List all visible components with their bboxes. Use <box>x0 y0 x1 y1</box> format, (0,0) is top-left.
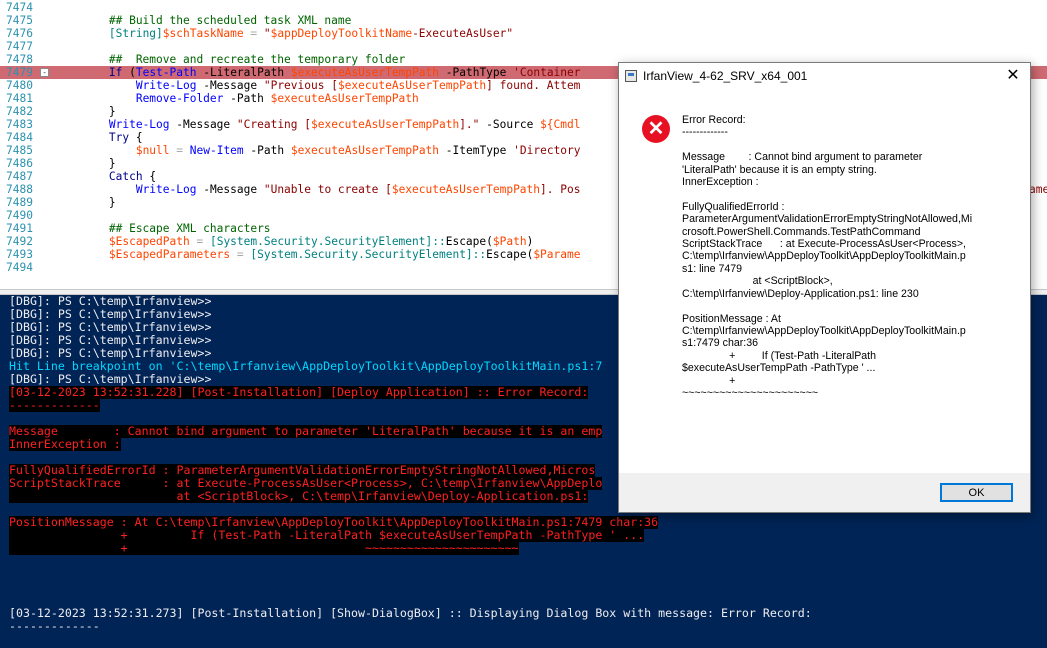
line-number: 7487 <box>6 170 33 183</box>
console-error-line: InnerException : <box>9 437 121 451</box>
code-text: If (Test-Path -LiteralPath $executeAsUse… <box>108 66 581 79</box>
line-number: 7489 <box>6 196 33 209</box>
line-number: 7474 <box>6 1 33 14</box>
console-error-line: ------------- <box>9 398 100 412</box>
line-number: 7484 <box>6 131 33 144</box>
code-text: Try { <box>108 131 143 144</box>
line-number: 7491 <box>6 222 33 235</box>
line-number: 7490 <box>6 209 33 222</box>
dialog-title: IrfanView_4-62_SRV_x64_001 <box>643 69 808 83</box>
code-text: Write-Log -Message "Previous [$executeAs… <box>135 79 581 92</box>
code-text: Write-Log -Message "Creating [$executeAs… <box>108 118 581 131</box>
code-text: ## Build the scheduled task XML name <box>55 14 352 27</box>
error-dialog: IrfanView_4-62_SRV_x64_001 ✕ ✕ Error Rec… <box>618 62 1031 513</box>
console-error-line: at <ScriptBlock>, C:\temp\Irfanview\Depl… <box>9 489 589 503</box>
code-text: ## Remove and recreate the temporary fol… <box>55 53 406 66</box>
console-line: [03-12-2023 13:52:31.273] [Post-Installa… <box>9 606 812 620</box>
line-number: 7482 <box>6 105 33 118</box>
line-number: 7476 <box>6 27 33 40</box>
line-number: 7494 <box>6 261 33 274</box>
code-line[interactable]: 7477 <box>0 40 1047 53</box>
line-number: 7488 <box>6 183 33 196</box>
line-number: 7478 <box>6 53 33 66</box>
line-number: 7485 <box>6 144 33 157</box>
code-overflow-text: ame <box>1029 183 1047 196</box>
code-text: ## Escape XML characters <box>55 222 271 235</box>
line-number: 7481 <box>6 92 33 105</box>
line-number: 7493 <box>6 248 33 261</box>
code-line[interactable]: 7474 <box>0 1 1047 14</box>
code-text: $EscapedPath = [System.Security.Security… <box>108 235 534 248</box>
line-number: 7477 <box>6 40 33 53</box>
fold-toggle-icon[interactable]: - <box>40 68 49 77</box>
line-number: 7486 <box>6 157 33 170</box>
error-message: Error Record: ------------- Message : Ca… <box>682 114 973 399</box>
line-number: 7492 <box>6 235 33 248</box>
code-text: $null = New-Item -Path $executeAsUserTem… <box>135 144 581 157</box>
ok-button[interactable]: OK <box>940 483 1013 502</box>
code-text: Write-Log -Message "Unable to create [$e… <box>135 183 581 196</box>
console-line: ------------- <box>9 619 100 633</box>
code-text: } <box>108 196 116 209</box>
code-text: Remove-Folder -Path $executeAsUserTempPa… <box>135 92 419 105</box>
line-number: 7483 <box>6 118 33 131</box>
app-icon <box>625 70 637 82</box>
console-error-line: + ~~~~~~~~~~~~~~~~~~~~~~ <box>9 541 519 555</box>
line-number: 7480 <box>6 79 33 92</box>
error-icon: ✕ <box>642 115 670 143</box>
code-text: } <box>108 157 116 170</box>
line-number: 7475 <box>6 14 33 27</box>
dialog-button-bar: OK <box>619 473 1030 512</box>
code-line[interactable]: 7475 ## Build the scheduled task XML nam… <box>0 14 1047 27</box>
code-text: [String]$schTaskName = "$appDeployToolki… <box>108 27 514 40</box>
code-line[interactable]: 7476 [String]$schTaskName = "$appDeployT… <box>0 27 1047 40</box>
code-text: $EscapedParameters = [System.Security.Se… <box>108 248 581 261</box>
code-text: Catch { <box>108 170 157 183</box>
line-number: 7479 <box>6 66 33 79</box>
code-text: } <box>108 105 116 118</box>
dialog-titlebar[interactable]: IrfanView_4-62_SRV_x64_001 ✕ <box>619 63 1030 91</box>
close-icon[interactable]: ✕ <box>996 63 1030 89</box>
